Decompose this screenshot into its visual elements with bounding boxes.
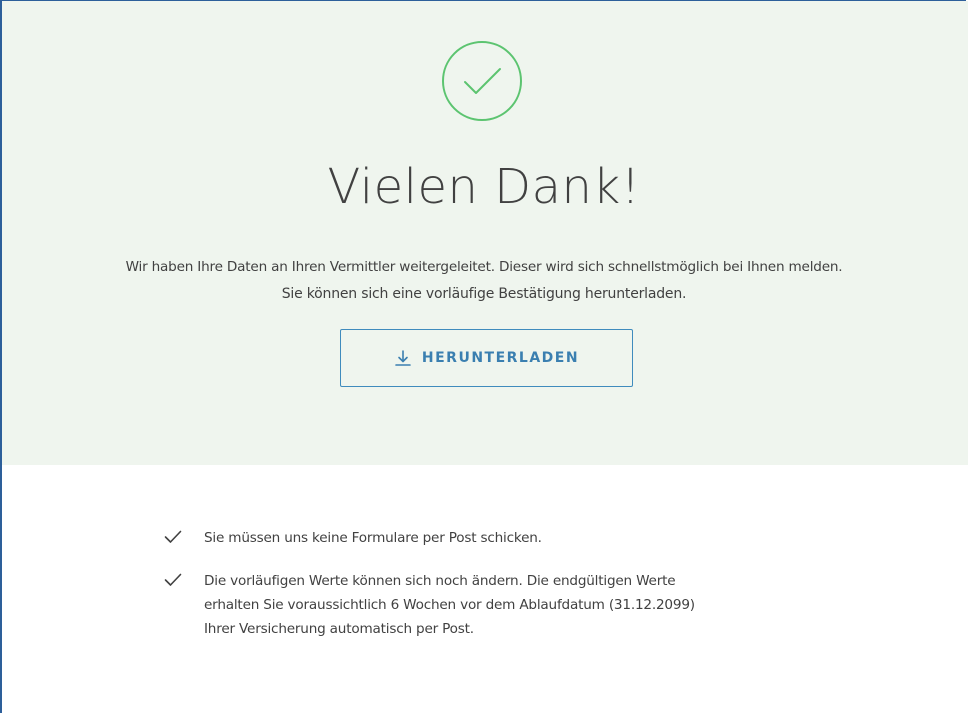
- page-title: Vielen Dank!: [327, 159, 641, 215]
- confirmation-message-line2: Sie können sich eine vorläufige Bestätig…: [281, 286, 687, 302]
- list-item-text-line1: Die vorläufigen Werte können sich noch ä…: [204, 573, 676, 589]
- list-item-text: Die vorläufigen Werte können sich noch ä…: [204, 569, 844, 641]
- download-button-label: HERUNTERLADEN: [421, 350, 580, 366]
- download-button[interactable]: HERUNTERLADEN: [340, 329, 633, 387]
- list-item-text-line2: erhalten Sie voraussichtlich 6 Wochen vo…: [204, 597, 695, 613]
- list-item-text-line3: Ihrer Versicherung automatisch per Post.: [204, 621, 474, 637]
- download-icon: [395, 350, 411, 366]
- confirmation-message-line1: Wir haben Ihre Daten an Ihren Vermittler…: [125, 259, 843, 275]
- checkmark-icon: [164, 530, 182, 543]
- checkmark-icon: [164, 573, 182, 586]
- check-circle-icon: [442, 41, 522, 121]
- list-item-text: Sie müssen uns keine Formulare per Post …: [204, 530, 542, 546]
